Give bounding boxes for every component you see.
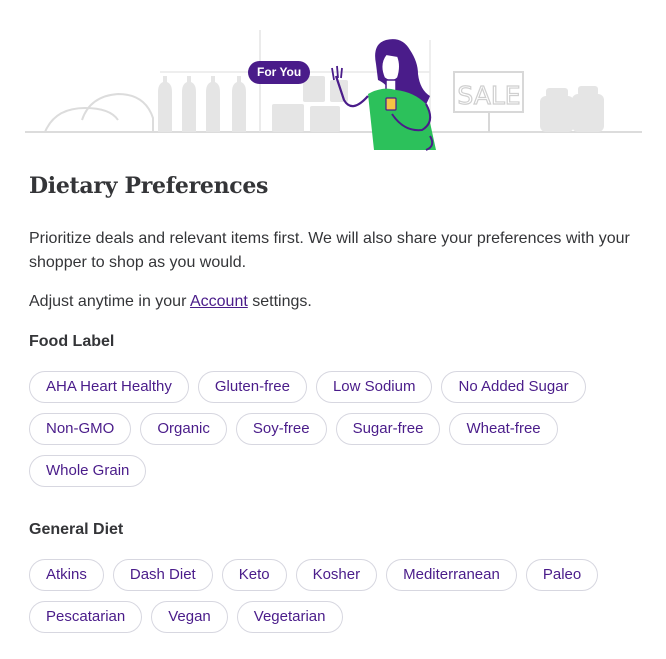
chip-pescatarian[interactable]: Pescatarian <box>29 601 143 633</box>
chip-wheat-free[interactable]: Wheat-free <box>449 413 558 445</box>
adjust-text-before: Adjust anytime in your <box>29 293 190 310</box>
chip-kosher[interactable]: Kosher <box>295 559 378 591</box>
chip-no-added-sugar[interactable]: No Added Sugar <box>441 371 586 403</box>
chip-sugar-free[interactable]: Sugar-free <box>335 413 441 445</box>
chip-whole-grain[interactable]: Whole Grain <box>29 455 147 487</box>
grocery-store-illustration: SALE <box>25 30 642 151</box>
chip-atkins[interactable]: Atkins <box>29 559 104 591</box>
chip-keto[interactable]: Keto <box>221 559 287 591</box>
description-text: Prioritize deals and relevant items firs… <box>29 230 630 271</box>
hero-illustration: SALE For You <box>0 0 666 160</box>
adjust-text-after: settings. <box>247 293 312 310</box>
account-link[interactable]: Account <box>190 293 248 310</box>
chip-organic[interactable]: Organic <box>140 413 227 445</box>
for-you-badge: For You <box>248 61 311 84</box>
chip-vegan[interactable]: Vegan <box>151 601 228 633</box>
page-title: Dietary Preferences <box>29 173 269 199</box>
general-diet-title: General Diet <box>29 521 124 538</box>
chip-soy-free[interactable]: Soy-free <box>235 413 327 445</box>
chip-aha-heart-healthy[interactable]: AHA Heart Healthy <box>29 371 189 403</box>
chip-dash-diet[interactable]: Dash Diet <box>112 559 213 591</box>
chip-paleo[interactable]: Paleo <box>525 559 599 591</box>
food-label-title: Food Label <box>29 333 115 350</box>
chip-low-sodium[interactable]: Low Sodium <box>315 371 433 403</box>
chip-gluten-free[interactable]: Gluten-free <box>197 371 307 403</box>
sale-sign-text: SALE <box>457 81 520 110</box>
adjust-settings-text: Adjust anytime in your Account settings. <box>29 290 312 314</box>
chip-vegetarian[interactable]: Vegetarian <box>236 601 343 633</box>
chip-non-gmo[interactable]: Non-GMO <box>29 413 132 445</box>
food-label-chips: AHA Heart Healthy Gluten-free Low Sodium… <box>29 371 649 487</box>
general-diet-chips: Atkins Dash Diet Keto Kosher Mediterrane… <box>29 559 649 633</box>
chip-mediterranean[interactable]: Mediterranean <box>386 559 517 591</box>
